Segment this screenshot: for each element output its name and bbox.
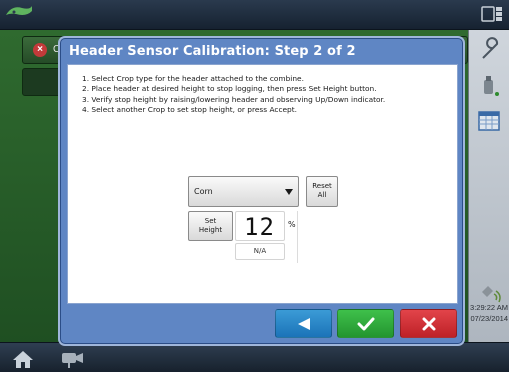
- dialog-body: 1. Select Crop type for the header attac…: [67, 64, 458, 304]
- height-readout: 12: [235, 211, 285, 241]
- window-icon[interactable]: [481, 6, 503, 22]
- background-list-row-2[interactable]: [22, 68, 62, 96]
- wrench-icon[interactable]: [475, 36, 505, 64]
- chevron-down-icon: [285, 189, 293, 195]
- camera-icon[interactable]: [58, 350, 88, 370]
- home-icon[interactable]: [12, 349, 34, 369]
- set-height-label-line2: Height: [198, 226, 223, 234]
- x-icon: [422, 317, 435, 330]
- dialog-title: Header Sensor Calibration: Step 2 of 2: [69, 44, 356, 59]
- calibration-panel: Corn Reset All Set Height 12 % N/A: [188, 176, 342, 286]
- set-height-button[interactable]: Set Height: [188, 211, 233, 241]
- clock-date: 07/23/2014: [470, 314, 508, 323]
- top-bar: [0, 0, 509, 30]
- crop-type-select[interactable]: Corn: [188, 176, 299, 207]
- implement-icon[interactable]: [475, 72, 505, 100]
- accept-button[interactable]: [337, 309, 394, 338]
- instruction-step: 4. Select another Crop to set stop heigh…: [82, 104, 297, 114]
- status-value: N/A: [235, 243, 285, 260]
- cancel-button[interactable]: [400, 309, 457, 338]
- error-x-icon: ×: [33, 43, 47, 57]
- logo-icon: [6, 6, 32, 15]
- calendar-icon[interactable]: [475, 108, 505, 136]
- instruction-list: 1. Select Crop type for the header attac…: [82, 74, 452, 115]
- instruction-step: 3. Verify stop height by raising/lowerin…: [82, 94, 386, 104]
- divider: [297, 211, 298, 263]
- back-arrow-icon: [297, 317, 310, 330]
- crop-select-value: Corn: [194, 187, 213, 196]
- bottom-bar: [0, 342, 509, 372]
- reset-label-line1: Reset: [312, 182, 332, 190]
- reset-all-button[interactable]: Reset All: [306, 176, 338, 207]
- clock: 3:29:22 AM 07/23/2014: [469, 302, 509, 324]
- set-height-label-line1: Set: [204, 217, 217, 225]
- back-button[interactable]: [275, 309, 332, 338]
- instruction-step: 2. Place header at desired height to sto…: [82, 84, 377, 94]
- header-calibration-dialog: Header Sensor Calibration: Step 2 of 2 1…: [60, 38, 463, 344]
- instruction-step: 1. Select Crop type for the header attac…: [82, 74, 304, 83]
- check-icon: [357, 317, 374, 330]
- height-unit: %: [288, 220, 296, 229]
- right-sidebar: 3:29:22 AM 07/23/2014: [468, 30, 509, 342]
- reset-label-line2: All: [317, 191, 327, 199]
- clock-time: 3:29:22 AM: [470, 303, 508, 312]
- height-value: 12: [244, 213, 275, 241]
